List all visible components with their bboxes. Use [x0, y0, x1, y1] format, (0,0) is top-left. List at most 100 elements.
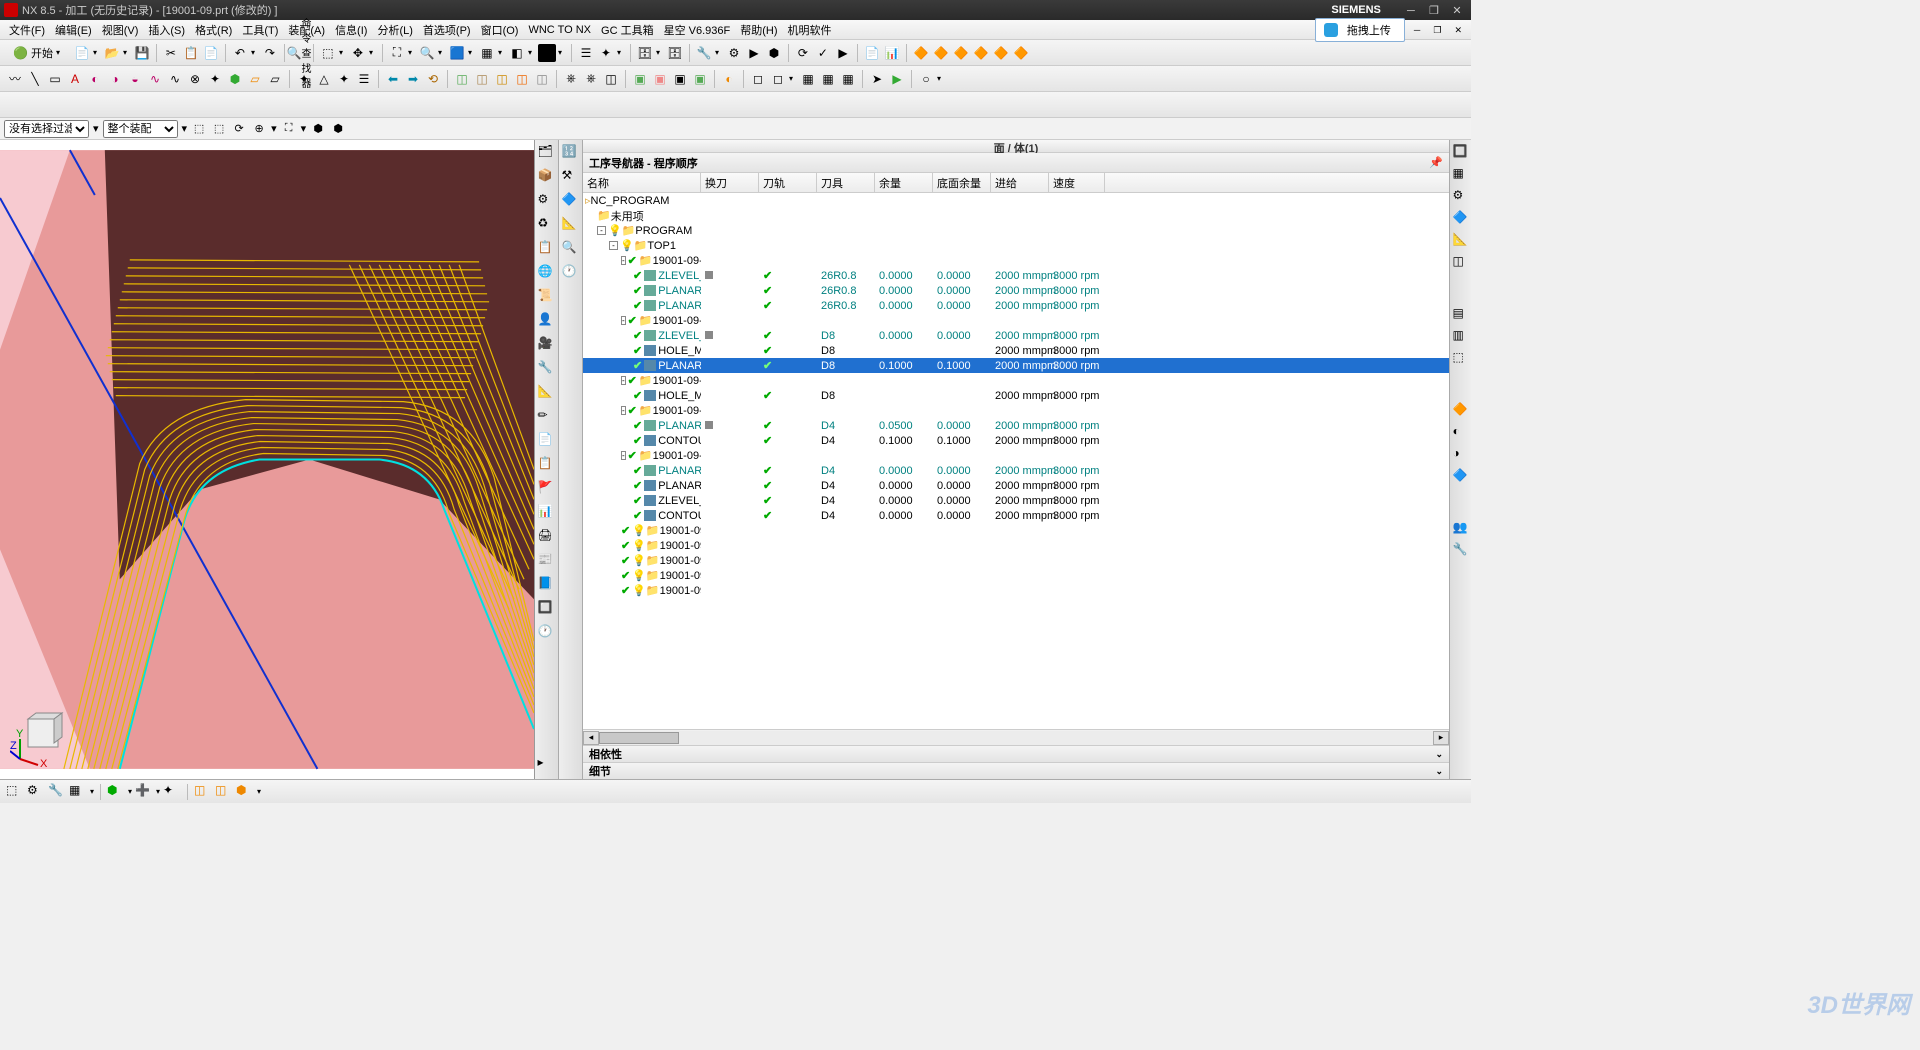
rb-measure-icon[interactable]: 📐: [538, 384, 556, 402]
sb-5-icon[interactable]: ⬢: [107, 783, 125, 801]
body3-icon[interactable]: ◫: [493, 70, 511, 88]
axis-icon[interactable]: ✦: [295, 70, 313, 88]
rb-part-icon[interactable]: 📦: [538, 168, 556, 186]
tree-row[interactable]: 📁 未用项: [583, 208, 1449, 223]
menu-window[interactable]: 窗口(O): [476, 20, 524, 40]
op4-icon[interactable]: 🔶: [972, 44, 990, 62]
scroll-left-icon[interactable]: ◂: [583, 731, 599, 745]
ri-order-icon[interactable]: 🔢: [562, 144, 580, 162]
curve3-icon[interactable]: ◒: [126, 70, 144, 88]
tree-row[interactable]: ✔PLANAR_PROF…✔26R0.80.00000.00002000 mmp…: [583, 298, 1449, 313]
menu-format[interactable]: 格式(R): [190, 20, 237, 40]
tool-icon[interactable]: 🔧: [695, 44, 713, 62]
col-feed[interactable]: 进给: [991, 173, 1049, 192]
trueshade-icon[interactable]: ◧: [508, 44, 526, 62]
rb-paste2-icon[interactable]: 📋: [538, 456, 556, 474]
text-icon[interactable]: A: [66, 70, 84, 88]
tree-row[interactable]: -✔📁 19001-09-02: [583, 313, 1449, 328]
tree-row[interactable]: -✔📁 19001-09-03: [583, 373, 1449, 388]
detail-section[interactable]: 细节⌄: [583, 762, 1449, 779]
sb-9-icon[interactable]: ◫: [215, 783, 233, 801]
ri-geom-icon[interactable]: 🔷: [562, 192, 580, 210]
op5-icon[interactable]: 🔶: [992, 44, 1010, 62]
minimize-button[interactable]: ─: [1401, 5, 1421, 17]
selection-filter[interactable]: 没有选择过滤器: [4, 120, 89, 138]
op6-icon[interactable]: 🔶: [1012, 44, 1030, 62]
viewport-tab[interactable]: 面 / 体(1): [583, 140, 1449, 153]
rb-hist-icon[interactable]: 📜: [538, 288, 556, 306]
menu-gc-toolbox[interactable]: GC 工具箱: [596, 20, 659, 40]
line-icon[interactable]: ╲: [26, 70, 44, 88]
solid1-icon[interactable]: ▣: [631, 70, 649, 88]
menu-help[interactable]: 帮助(H): [735, 20, 782, 40]
rs-15-icon[interactable]: 🔧: [1453, 542, 1469, 558]
datum-icon[interactable]: △: [315, 70, 333, 88]
rb-clock-icon[interactable]: 🕐: [538, 624, 556, 642]
simulate-icon[interactable]: ▶: [834, 44, 852, 62]
col-tool[interactable]: 刀具: [817, 173, 875, 192]
menu-edit[interactable]: 编辑(E): [50, 20, 97, 40]
cam-geom-icon[interactable]: 🗄: [666, 44, 684, 62]
col-toolchange[interactable]: 换刀: [701, 173, 759, 192]
f3-icon[interactable]: ⟳: [231, 121, 247, 137]
rs-10-icon[interactable]: 🔶: [1453, 402, 1469, 418]
op3-icon[interactable]: 🔶: [952, 44, 970, 62]
wcs-icon[interactable]: ✦: [597, 44, 615, 62]
rs-11-icon[interactable]: ◐: [1453, 424, 1469, 440]
layers-icon[interactable]: ☰: [577, 44, 595, 62]
rs-6-icon[interactable]: ◫: [1453, 254, 1469, 270]
tree-row[interactable]: ✔CONTOUR_ARE…✔D40.00000.00002000 mmpm300…: [583, 508, 1449, 523]
tree-row[interactable]: ✔💡📁 19001-09-07: [583, 538, 1449, 553]
new-icon[interactable]: 📄: [73, 44, 91, 62]
menu-info[interactable]: 信息(I): [330, 20, 372, 40]
menu-file[interactable]: 文件(F): [4, 20, 50, 40]
paste-icon[interactable]: 📄: [202, 44, 220, 62]
f1-icon[interactable]: ⬚: [191, 121, 207, 137]
tree-row[interactable]: -✔📁 19001-09-04: [583, 403, 1449, 418]
tree-row[interactable]: ✔ZLEVEL_PROFILE✔26R0.80.00000.00002000 m…: [583, 268, 1449, 283]
rs-1-icon[interactable]: 🔲: [1453, 144, 1469, 160]
body5-icon[interactable]: ◫: [533, 70, 551, 88]
rb-edit-icon[interactable]: ✏: [538, 408, 556, 426]
tree-row[interactable]: ✔ZLEVEL_PROF…✔D80.00000.00002000 mmpm300…: [583, 328, 1449, 343]
face1-icon[interactable]: ▱: [246, 70, 264, 88]
rs-3-icon[interactable]: ⚙: [1453, 188, 1469, 204]
solid4-icon[interactable]: ▣: [691, 70, 709, 88]
run1-icon[interactable]: ➤: [868, 70, 886, 88]
body2-icon[interactable]: ◫: [473, 70, 491, 88]
post-icon[interactable]: 📄: [863, 44, 881, 62]
menu-jiming[interactable]: 机明软件: [783, 20, 837, 40]
rs-8-icon[interactable]: ▥: [1453, 328, 1469, 344]
tree-row[interactable]: ▹ NC_PROGRAM: [583, 193, 1449, 208]
op1-icon[interactable]: 🔶: [912, 44, 930, 62]
op2-icon[interactable]: 🔶: [932, 44, 950, 62]
tree-row[interactable]: ✔CONTOUR_AREA✔D40.10000.10002000 mmpm300…: [583, 433, 1449, 448]
replay-icon[interactable]: ⟲: [424, 70, 442, 88]
menu-tools[interactable]: 工具(T): [237, 20, 283, 40]
fit-icon[interactable]: ⛶: [388, 44, 406, 62]
rb-misc-icon[interactable]: 🔲: [538, 600, 556, 618]
tree-body[interactable]: ▹ NC_PROGRAM📁 未用项-💡📁 PROGRAM-💡📁 TOP1-✔📁 …: [583, 193, 1449, 729]
rb-doc-icon[interactable]: 📰: [538, 552, 556, 570]
tree-row[interactable]: ✔PLANAR_MILL…✔D40.00000.00002000 mmpm300…: [583, 463, 1449, 478]
redo-icon[interactable]: ↷: [261, 44, 279, 62]
open-icon[interactable]: 📂: [103, 44, 121, 62]
sb-1-icon[interactable]: ⬚: [6, 783, 24, 801]
rb-copy-icon[interactable]: 📄: [538, 432, 556, 450]
tree-row[interactable]: ✔💡📁 19001-09-09: [583, 568, 1449, 583]
sect-icon[interactable]: ◐: [720, 70, 738, 88]
tree-row[interactable]: ✔PLANAR_MILL…✔D40.05000.00002000 mmpm300…: [583, 418, 1449, 433]
sb-6-icon[interactable]: ➕: [135, 783, 153, 801]
rb-flag-icon[interactable]: 🚩: [538, 480, 556, 498]
col-speed[interactable]: 速度: [1049, 173, 1105, 192]
rb-book-icon[interactable]: 📘: [538, 576, 556, 594]
curve2-icon[interactable]: ◑: [106, 70, 124, 88]
scroll-thumb[interactable]: [599, 732, 679, 744]
method-icon[interactable]: ⚙: [725, 44, 743, 62]
tree-row[interactable]: ✔HOLE_MILLING✔D82000 mmpm3000 rpm: [583, 343, 1449, 358]
menu-wnc[interactable]: WNC TO NX: [523, 22, 596, 38]
tree-row[interactable]: -✔📁 19001-09-05: [583, 448, 1449, 463]
view-triad[interactable]: Y X Z: [10, 709, 70, 769]
f6-icon[interactable]: ⬢: [310, 121, 326, 137]
menu-analysis[interactable]: 分析(L): [372, 20, 417, 40]
